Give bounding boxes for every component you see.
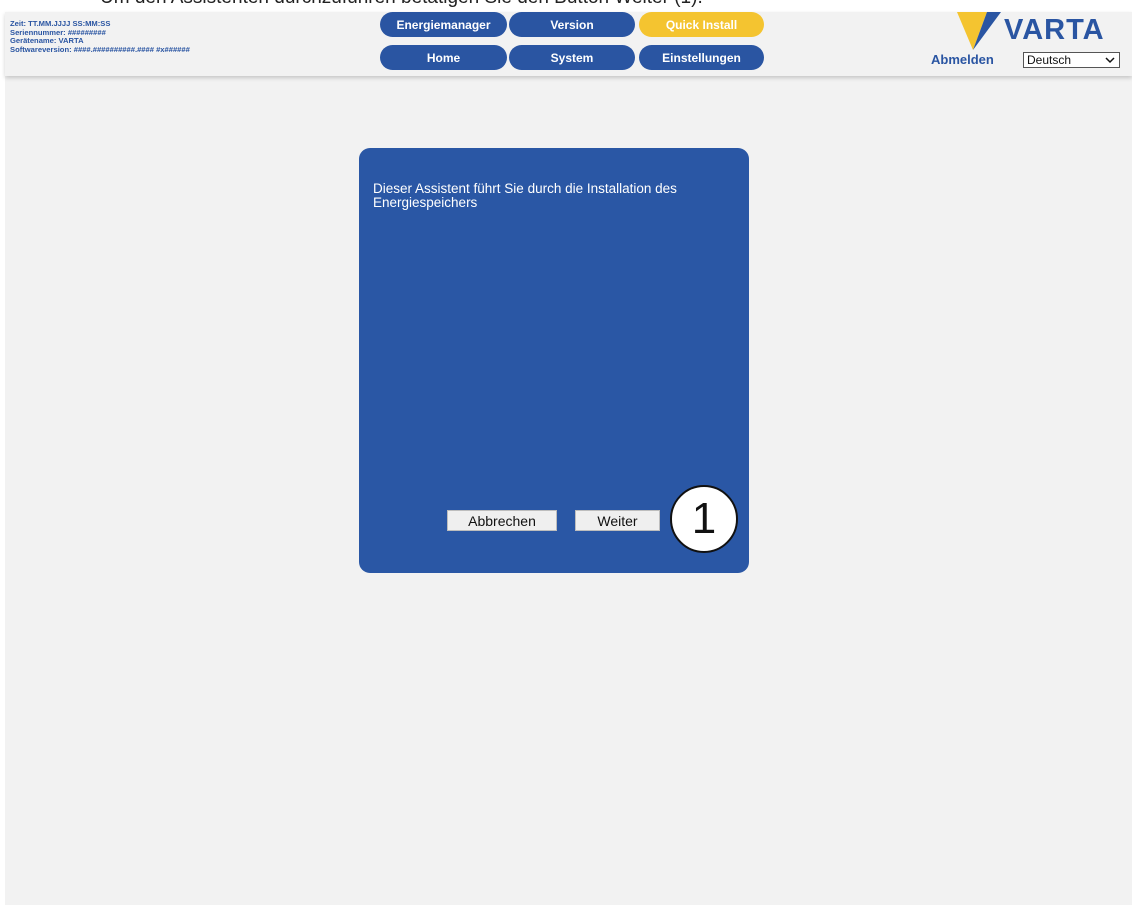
varta-logo-icon	[957, 12, 1001, 50]
nav-quick-install-button[interactable]: Quick Install	[639, 12, 764, 37]
next-button[interactable]: Weiter	[575, 510, 660, 531]
dialog-message: Dieser Assistent führt Sie durch die Ins…	[373, 181, 677, 210]
language-select-value: Deutsch	[1027, 53, 1072, 67]
nav-einstellungen-button[interactable]: Einstellungen	[639, 45, 764, 70]
chevron-down-icon	[1105, 57, 1115, 64]
logout-link[interactable]: Abmelden	[931, 52, 994, 67]
installation-assistant-dialog: Dieser Assistent führt Sie durch die Ins…	[359, 148, 749, 573]
device-info: Zeit: TT.MM.JJJJ SS:MM:SS Seriennummer: …	[10, 19, 190, 54]
nav-energiemanager-button[interactable]: Energiemanager	[380, 12, 507, 37]
language-select[interactable]: Deutsch	[1023, 52, 1120, 68]
app-window: Zeit: TT.MM.JJJJ SS:MM:SS Seriennummer: …	[5, 12, 1132, 905]
screenshot-page: Um den Assistenten durchzuführen betätig…	[0, 0, 1132, 905]
document-caption: Um den Assistenten durchzuführen betätig…	[100, 0, 703, 9]
nav-system-button[interactable]: System	[509, 45, 635, 70]
software-version: Softwareversion: ####.##########.#### #x…	[10, 44, 190, 54]
callout-marker: 1	[670, 485, 738, 553]
nav-version-button[interactable]: Version	[509, 12, 635, 37]
cancel-button[interactable]: Abbrechen	[447, 510, 557, 531]
nav-home-button[interactable]: Home	[380, 45, 507, 70]
varta-logo-text: VARTA	[1004, 14, 1105, 46]
header-bar: Zeit: TT.MM.JJJJ SS:MM:SS Seriennummer: …	[5, 12, 1132, 76]
